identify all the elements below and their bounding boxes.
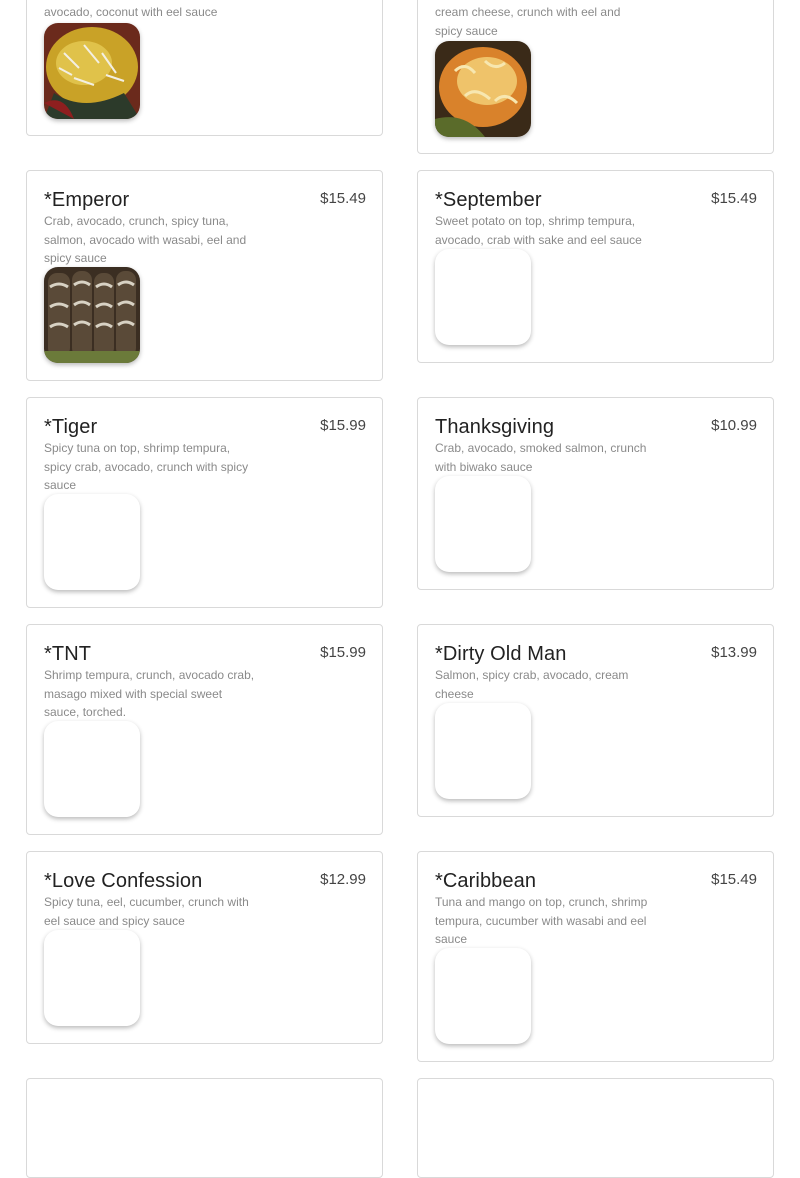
item-description: Crab, avocado, crunch, spicy tuna, salmo… (44, 214, 247, 265)
item-title: *TNT (44, 643, 92, 665)
item-description: cream cheese, crunch with eel and spicy … (435, 5, 621, 38)
item-description: Salmon, spicy crab, avocado, cream chees… (435, 668, 629, 701)
menu-card-tnt[interactable]: *TNT $15.99 Shrimp tempura, crunch, avoc… (26, 624, 383, 835)
menu-card-thanksgiving[interactable]: Thanksgiving $10.99 Crab, avocado, smoke… (417, 397, 774, 590)
item-photo-placeholder (435, 703, 531, 799)
menu-card-tiger[interactable]: *Tiger $15.99 Spicy tuna on top, shrimp … (26, 397, 383, 608)
item-title: *Emperor (44, 189, 130, 211)
item-description: Shrimp tempura, crunch, avocado crab, ma… (44, 668, 255, 719)
menu-card[interactable]: avocado, coconut with eel sauce (26, 0, 383, 136)
item-price: $15.49 (320, 190, 366, 207)
item-title: *Tiger (44, 416, 98, 438)
item-title: *September (435, 189, 542, 211)
item-photo-placeholder (44, 721, 140, 817)
item-photo-placeholder (435, 948, 531, 1044)
item-price: $10.99 (711, 417, 757, 434)
item-title: *Love Confession (44, 870, 203, 892)
item-description: Crab, avocado, smoked salmon, crunch wit… (435, 441, 647, 474)
item-photo-placeholder (435, 476, 531, 572)
item-photo (44, 267, 140, 363)
item-description: avocado, coconut with eel sauce (44, 5, 218, 19)
item-photo (44, 23, 140, 119)
menu-card[interactable]: cream cheese, crunch with eel and spicy … (417, 0, 774, 154)
menu-card-september[interactable]: *September $15.49 Sweet potato on top, s… (417, 170, 774, 363)
food-photo-icon (44, 267, 140, 363)
item-title: *Caribbean (435, 870, 537, 892)
item-description: Spicy tuna, eel, cucumber, crunch with e… (44, 895, 249, 928)
item-photo-placeholder (44, 494, 140, 590)
item-price: $13.99 (711, 644, 757, 661)
item-title: *Dirty Old Man (435, 643, 567, 665)
item-price: $15.99 (320, 644, 366, 661)
menu-card[interactable] (417, 1078, 774, 1178)
item-photo (435, 41, 531, 137)
menu-card[interactable] (26, 1078, 383, 1178)
item-description: Sweet potato on top, shrimp tempura, avo… (435, 214, 642, 247)
food-photo-icon (44, 23, 140, 119)
item-price: $15.99 (320, 417, 366, 434)
item-price: $15.49 (711, 190, 757, 207)
food-photo-icon (435, 41, 531, 137)
menu-card-dirty-old-man[interactable]: *Dirty Old Man $13.99 Salmon, spicy crab… (417, 624, 774, 817)
item-price: $12.99 (320, 871, 366, 888)
item-description: Tuna and mango on top, crunch, shrimp te… (435, 895, 648, 946)
item-photo-placeholder (435, 249, 531, 345)
menu-card-love-confession[interactable]: *Love Confession $12.99 Spicy tuna, eel,… (26, 851, 383, 1044)
item-photo-placeholder (44, 930, 140, 1026)
item-title: Thanksgiving (435, 416, 555, 438)
item-price: $15.49 (711, 871, 757, 888)
menu-card-emperor[interactable]: *Emperor $15.49 Crab, avocado, crunch, s… (26, 170, 383, 381)
item-description: Spicy tuna on top, shrimp tempura, spicy… (44, 441, 249, 492)
menu-card-caribbean[interactable]: *Caribbean $15.49 Tuna and mango on top,… (417, 851, 774, 1062)
